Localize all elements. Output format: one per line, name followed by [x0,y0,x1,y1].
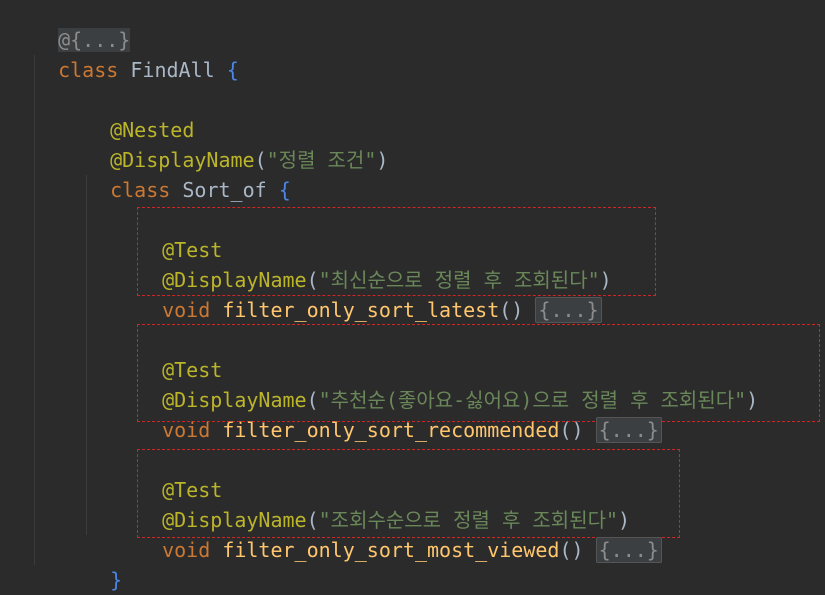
test-annotation-line: @Test [138,205,222,262]
test-annotation-line: @Test [138,325,222,382]
close-brace: } [110,568,123,592]
class-keyword: class [110,178,171,202]
nested-displayname-line: @DisplayName("정렬 조건") [110,148,389,172]
method-params: () [499,298,524,322]
test-displayname-line: @DisplayName("추천순(좋아요-싫어요)으로 정렬 후 조회된다") [162,388,759,412]
return-type: void [162,298,211,322]
indent-guide [86,175,87,535]
return-type: void [162,418,211,442]
indent-guide [34,55,35,565]
nested-class-declaration: class Sort_of { [86,145,291,202]
folded-body[interactable]: {...} [595,417,662,443]
class-keyword: class [58,58,119,82]
open-brace: { [278,178,291,202]
nested-close-line: } [86,535,122,592]
method-params: () [559,538,584,562]
outer-class-declaration: class FindAll { [34,25,239,82]
test-annotation-line: @Test [138,445,222,502]
nested-annotation-line: @Nested [86,85,194,142]
class-name: FindAll [130,58,215,82]
test-method-line: void filter_only_sort_most_viewed() {...… [138,505,662,563]
method-name[interactable]: filter_only_sort_recommended [222,418,559,442]
method-name[interactable]: filter_only_sort_most_viewed [222,538,559,562]
test-displayname-line: @DisplayName("최신순으로 정렬 후 조회된다") [162,268,612,292]
test-method-line: void filter_only_sort_latest() {...} [138,265,602,323]
test-method-line: void filter_only_sort_recommended() {...… [138,385,662,443]
open-brace: { [226,58,239,82]
method-params: () [559,418,584,442]
class-name: Sort_of [182,178,267,202]
folded-body[interactable]: {...} [595,537,662,563]
folded-body[interactable]: {...} [535,297,602,323]
method-name[interactable]: filter_only_sort_latest [222,298,499,322]
return-type: void [162,538,211,562]
folded-annotation[interactable]: @{...} [34,0,131,52]
test-displayname-line: @DisplayName("조회수순으로 정렬 후 조회된다") [162,508,631,532]
